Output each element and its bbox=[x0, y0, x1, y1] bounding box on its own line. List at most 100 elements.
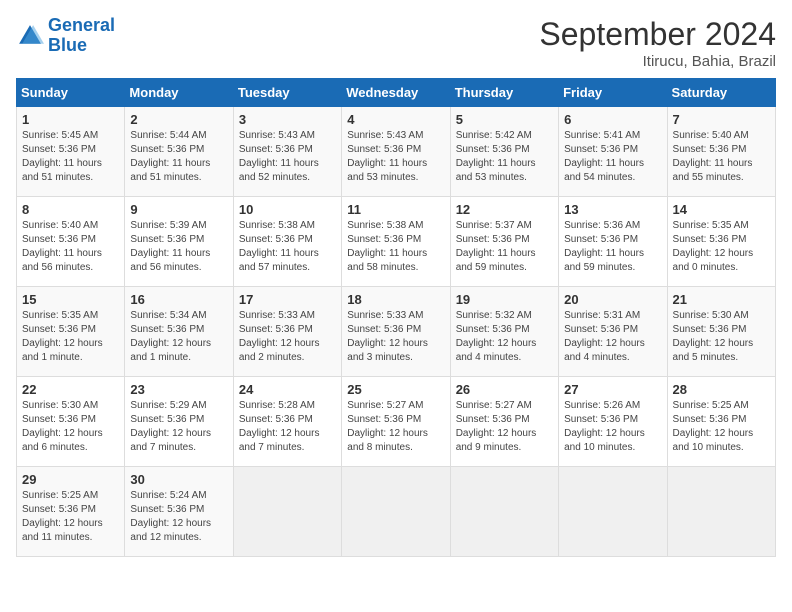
calendar-cell: 10 Sunrise: 5:38 AM Sunset: 5:36 PM Dayli… bbox=[233, 197, 341, 287]
calendar-cell: 13 Sunrise: 5:36 AM Sunset: 5:36 PM Dayli… bbox=[559, 197, 667, 287]
day-number: 18 bbox=[347, 292, 444, 307]
day-info: Sunrise: 5:27 AM Sunset: 5:36 PM Dayligh… bbox=[456, 399, 553, 455]
calendar-cell bbox=[667, 467, 775, 557]
day-number: 8 bbox=[22, 202, 119, 217]
day-info: Sunrise: 5:45 AM Sunset: 5:36 PM Dayligh… bbox=[22, 129, 119, 185]
day-info: Sunrise: 5:28 AM Sunset: 5:36 PM Dayligh… bbox=[239, 399, 336, 455]
day-info: Sunrise: 5:43 AM Sunset: 5:36 PM Dayligh… bbox=[239, 129, 336, 185]
weekday-header: Monday bbox=[125, 79, 233, 107]
day-number: 26 bbox=[456, 382, 553, 397]
weekday-header: Friday bbox=[559, 79, 667, 107]
day-number: 15 bbox=[22, 292, 119, 307]
day-info: Sunrise: 5:35 AM Sunset: 5:36 PM Dayligh… bbox=[22, 309, 119, 365]
day-number: 4 bbox=[347, 112, 444, 127]
calendar-week-row: 22 Sunrise: 5:30 AM Sunset: 5:36 PM Dayli… bbox=[17, 377, 776, 467]
day-number: 23 bbox=[130, 382, 227, 397]
day-info: Sunrise: 5:40 AM Sunset: 5:36 PM Dayligh… bbox=[22, 219, 119, 275]
calendar-cell: 16 Sunrise: 5:34 AM Sunset: 5:36 PM Dayli… bbox=[125, 287, 233, 377]
calendar-cell bbox=[559, 467, 667, 557]
day-info: Sunrise: 5:33 AM Sunset: 5:36 PM Dayligh… bbox=[239, 309, 336, 365]
calendar-cell bbox=[342, 467, 450, 557]
calendar-cell: 14Sunrise: 5:35 AM Sunset: 5:36 PM Dayli… bbox=[667, 197, 775, 287]
page-header: GeneralBlue September 2024 Itirucu, Bahi… bbox=[16, 16, 776, 70]
calendar-cell: 15 Sunrise: 5:35 AM Sunset: 5:36 PM Dayli… bbox=[17, 287, 125, 377]
day-info: Sunrise: 5:41 AM Sunset: 5:36 PM Dayligh… bbox=[564, 129, 661, 185]
calendar-cell: 19Sunrise: 5:32 AM Sunset: 5:36 PM Dayli… bbox=[450, 287, 558, 377]
calendar-week-row: 29 Sunrise: 5:25 AM Sunset: 5:36 PM Dayli… bbox=[17, 467, 776, 557]
day-number: 5 bbox=[456, 112, 553, 127]
calendar-cell: 2 Sunrise: 5:44 AM Sunset: 5:36 PM Daylig… bbox=[125, 107, 233, 197]
day-number: 6 bbox=[564, 112, 661, 127]
day-number: 16 bbox=[130, 292, 227, 307]
calendar-cell bbox=[233, 467, 341, 557]
calendar-cell: 9Sunrise: 5:39 AM Sunset: 5:36 PM Daylig… bbox=[125, 197, 233, 287]
calendar-cell: 8 Sunrise: 5:40 AM Sunset: 5:36 PM Daylig… bbox=[17, 197, 125, 287]
day-number: 24 bbox=[239, 382, 336, 397]
weekday-header: Wednesday bbox=[342, 79, 450, 107]
day-info: Sunrise: 5:34 AM Sunset: 5:36 PM Dayligh… bbox=[130, 309, 227, 365]
calendar-cell: 4 Sunrise: 5:43 AM Sunset: 5:36 PM Daylig… bbox=[342, 107, 450, 197]
calendar-week-row: 1 Sunrise: 5:45 AM Sunset: 5:36 PM Daylig… bbox=[17, 107, 776, 197]
calendar-cell: 11Sunrise: 5:38 AM Sunset: 5:36 PM Dayli… bbox=[342, 197, 450, 287]
day-number: 30 bbox=[130, 472, 227, 487]
day-number: 10 bbox=[239, 202, 336, 217]
day-info: Sunrise: 5:44 AM Sunset: 5:36 PM Dayligh… bbox=[130, 129, 227, 185]
day-number: 19 bbox=[456, 292, 553, 307]
calendar-cell: 20Sunrise: 5:31 AM Sunset: 5:36 PM Dayli… bbox=[559, 287, 667, 377]
day-number: 22 bbox=[22, 382, 119, 397]
day-info: Sunrise: 5:37 AM Sunset: 5:36 PM Dayligh… bbox=[456, 219, 553, 275]
calendar-cell bbox=[450, 467, 558, 557]
day-info: Sunrise: 5:25 AM Sunset: 5:36 PM Dayligh… bbox=[22, 489, 119, 545]
calendar-cell: 23 Sunrise: 5:29 AM Sunset: 5:36 PM Dayli… bbox=[125, 377, 233, 467]
day-number: 27 bbox=[564, 382, 661, 397]
calendar-cell: 3 Sunrise: 5:43 AM Sunset: 5:36 PM Daylig… bbox=[233, 107, 341, 197]
calendar-cell: 22 Sunrise: 5:30 AM Sunset: 5:36 PM Dayli… bbox=[17, 377, 125, 467]
day-number: 9 bbox=[130, 202, 227, 217]
day-info: Sunrise: 5:35 AM Sunset: 5:36 PM Dayligh… bbox=[673, 219, 770, 275]
day-info: Sunrise: 5:36 AM Sunset: 5:36 PM Dayligh… bbox=[564, 219, 661, 275]
weekday-header: Thursday bbox=[450, 79, 558, 107]
day-info: Sunrise: 5:38 AM Sunset: 5:36 PM Dayligh… bbox=[347, 219, 444, 275]
calendar-cell: 21 Sunrise: 5:30 AM Sunset: 5:36 PM Dayli… bbox=[667, 287, 775, 377]
day-info: Sunrise: 5:27 AM Sunset: 5:36 PM Dayligh… bbox=[347, 399, 444, 455]
calendar-cell: 26 Sunrise: 5:27 AM Sunset: 5:36 PM Dayli… bbox=[450, 377, 558, 467]
day-number: 20 bbox=[564, 292, 661, 307]
day-number: 17 bbox=[239, 292, 336, 307]
day-info: Sunrise: 5:40 AM Sunset: 5:36 PM Dayligh… bbox=[673, 129, 770, 185]
day-info: Sunrise: 5:30 AM Sunset: 5:36 PM Dayligh… bbox=[22, 399, 119, 455]
day-number: 25 bbox=[347, 382, 444, 397]
day-info: Sunrise: 5:30 AM Sunset: 5:36 PM Dayligh… bbox=[673, 309, 770, 365]
calendar-cell: 24 Sunrise: 5:28 AM Sunset: 5:36 PM Dayli… bbox=[233, 377, 341, 467]
calendar-body: 1 Sunrise: 5:45 AM Sunset: 5:36 PM Daylig… bbox=[17, 107, 776, 557]
day-info: Sunrise: 5:25 AM Sunset: 5:36 PM Dayligh… bbox=[673, 399, 770, 455]
day-info: Sunrise: 5:33 AM Sunset: 5:36 PM Dayligh… bbox=[347, 309, 444, 365]
day-number: 12 bbox=[456, 202, 553, 217]
calendar-week-row: 15 Sunrise: 5:35 AM Sunset: 5:36 PM Dayli… bbox=[17, 287, 776, 377]
calendar-cell: 18 Sunrise: 5:33 AM Sunset: 5:36 PM Dayli… bbox=[342, 287, 450, 377]
location: Itirucu, Bahia, Brazil bbox=[539, 53, 776, 70]
day-info: Sunrise: 5:42 AM Sunset: 5:36 PM Dayligh… bbox=[456, 129, 553, 185]
calendar-cell: 12 Sunrise: 5:37 AM Sunset: 5:36 PM Dayli… bbox=[450, 197, 558, 287]
weekday-header: Tuesday bbox=[233, 79, 341, 107]
day-info: Sunrise: 5:26 AM Sunset: 5:36 PM Dayligh… bbox=[564, 399, 661, 455]
title-block: September 2024 Itirucu, Bahia, Brazil bbox=[539, 16, 776, 70]
calendar-cell: 1 Sunrise: 5:45 AM Sunset: 5:36 PM Daylig… bbox=[17, 107, 125, 197]
day-number: 21 bbox=[673, 292, 770, 307]
day-number: 28 bbox=[673, 382, 770, 397]
calendar-cell: 27 Sunrise: 5:26 AM Sunset: 5:36 PM Dayli… bbox=[559, 377, 667, 467]
calendar-cell: 30Sunrise: 5:24 AM Sunset: 5:36 PM Dayli… bbox=[125, 467, 233, 557]
day-number: 2 bbox=[130, 112, 227, 127]
day-number: 13 bbox=[564, 202, 661, 217]
month-title: September 2024 bbox=[539, 16, 776, 53]
calendar-cell: 17 Sunrise: 5:33 AM Sunset: 5:36 PM Dayli… bbox=[233, 287, 341, 377]
weekday-header: Sunday bbox=[17, 79, 125, 107]
weekday-header: Saturday bbox=[667, 79, 775, 107]
logo-text: GeneralBlue bbox=[48, 16, 115, 56]
day-info: Sunrise: 5:38 AM Sunset: 5:36 PM Dayligh… bbox=[239, 219, 336, 275]
day-number: 3 bbox=[239, 112, 336, 127]
day-number: 29 bbox=[22, 472, 119, 487]
day-info: Sunrise: 5:29 AM Sunset: 5:36 PM Dayligh… bbox=[130, 399, 227, 455]
day-info: Sunrise: 5:43 AM Sunset: 5:36 PM Dayligh… bbox=[347, 129, 444, 185]
calendar-cell: 29 Sunrise: 5:25 AM Sunset: 5:36 PM Dayli… bbox=[17, 467, 125, 557]
day-number: 1 bbox=[22, 112, 119, 127]
